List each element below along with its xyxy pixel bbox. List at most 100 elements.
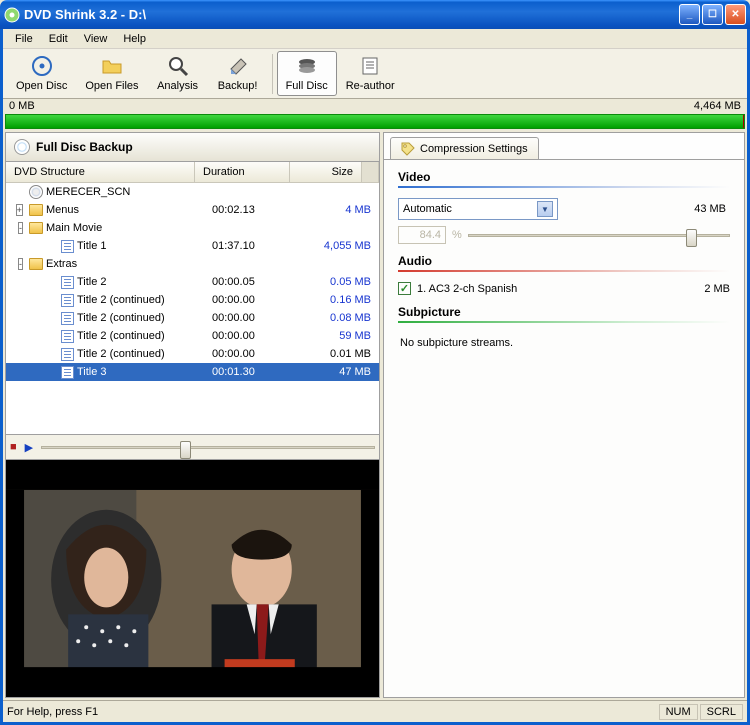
tab-strip: Compression Settings (384, 133, 744, 160)
expander-icon[interactable]: - (18, 258, 23, 270)
tree-row[interactable]: Title 101:37.104,055 MB (6, 237, 379, 255)
audio-row[interactable]: ✓1. AC3 2-ch Spanish2 MB (398, 282, 730, 295)
row-duration: 00:00.00 (212, 312, 307, 324)
disc-icon (31, 55, 53, 77)
row-size: 0.08 MB (307, 312, 379, 324)
status-help: For Help, press F1 (7, 706, 98, 718)
row-name: MERECER_SCN (46, 186, 130, 198)
row-duration: 00:01.30 (212, 366, 307, 378)
title-icon (61, 348, 74, 361)
section-video-title: Video (398, 170, 730, 184)
tab-compression[interactable]: Compression Settings (390, 137, 539, 160)
toolbar-open-files[interactable]: Open Files (76, 51, 147, 96)
menu-bar: FileEditViewHelp (3, 29, 747, 49)
tree-row[interactable]: + Menus 00:02.134 MB (6, 201, 379, 219)
toolbar-re-author[interactable]: Re-author (337, 51, 404, 96)
toolbar: Open Disc Open FilesAnalysis Backup! Full D… (3, 49, 747, 99)
maximize-button[interactable]: ☐ (702, 4, 723, 25)
row-duration: 00:00.00 (212, 330, 307, 342)
left-pane-title: Full Disc Backup (36, 140, 133, 154)
row-name: Menus (46, 204, 79, 216)
play-button[interactable]: ▶ (25, 441, 33, 454)
paper-icon (359, 55, 381, 77)
tree-row[interactable]: Title 2 (continued) 00:00.000.01 MB (6, 345, 379, 363)
col-duration[interactable]: Duration (195, 162, 290, 182)
folder-icon (29, 258, 43, 270)
tree-row[interactable]: - Main Movie (6, 219, 379, 237)
minimize-button[interactable]: _ (679, 4, 700, 25)
toolbar-open-disc[interactable]: Open Disc (7, 51, 76, 96)
toolbar-label: Re-author (346, 80, 395, 92)
tree-row[interactable]: Title 2 (continued)00:00.000.16 MB (6, 291, 379, 309)
video-percent-unit: % (452, 229, 462, 241)
col-structure[interactable]: DVD Structure (6, 162, 195, 182)
stop-button[interactable]: ■ (10, 441, 17, 453)
video-percent-box: 84.4 (398, 226, 446, 244)
row-name: Title 2 (continued) (77, 348, 165, 360)
video-slider-knob[interactable] (686, 229, 697, 247)
toolbar-backup[interactable]: Backup! (208, 51, 268, 96)
expander-icon[interactable]: - (18, 222, 23, 234)
tab-body: Video Automatic ▼ 43 MB 84.4 % Audio ✓1.… (384, 159, 744, 697)
col-scroll-gutter (362, 162, 379, 182)
app-icon (4, 7, 20, 23)
menu-help[interactable]: Help (115, 31, 154, 47)
title-icon (61, 240, 74, 253)
tree-row[interactable]: - Extras (6, 255, 379, 273)
tree-row[interactable]: Title 300:01.3047 MB (6, 363, 379, 381)
col-size[interactable]: Size (290, 162, 362, 182)
tree-row[interactable]: MERECER_SCN (6, 183, 379, 201)
transport-track[interactable] (41, 438, 375, 456)
status-bar: For Help, press F1 NUM SCRL (3, 700, 747, 722)
transport-knob[interactable] (180, 441, 191, 459)
menu-edit[interactable]: Edit (41, 31, 76, 47)
status-num: NUM (659, 704, 698, 720)
close-button[interactable]: ✕ (725, 4, 746, 25)
row-name: Title 2 (continued) (77, 330, 165, 342)
size-left: 0 MB (9, 100, 35, 113)
toolbar-label: Backup! (218, 80, 258, 92)
size-right: 4,464 MB (694, 100, 741, 113)
rule-sub (398, 321, 730, 323)
tab-label: Compression Settings (420, 143, 528, 155)
row-size: 59 MB (307, 330, 379, 342)
row-size: 0.01 MB (307, 348, 379, 360)
toolbar-full-disc[interactable]: Full Disc (277, 51, 337, 96)
video-mode-combo[interactable]: Automatic ▼ (398, 198, 558, 220)
row-name: Title 1 (77, 240, 107, 252)
tree-columns: DVD Structure Duration Size (6, 162, 379, 183)
video-mode-value: Automatic (403, 203, 452, 215)
title-icon (61, 294, 74, 307)
video-preview (5, 460, 380, 698)
tree-row[interactable]: Title 2 (continued) 00:00.0059 MB (6, 327, 379, 345)
row-name: Main Movie (46, 222, 102, 234)
expander-icon[interactable]: + (16, 204, 23, 216)
section-sub-title: Subpicture (398, 305, 730, 319)
row-size: 4 MB (307, 204, 379, 216)
row-duration: 00:00.00 (212, 294, 307, 306)
toolbar-analysis[interactable]: Analysis (148, 51, 208, 96)
chevron-down-icon: ▼ (537, 201, 553, 217)
title-icon (61, 276, 74, 289)
size-progress (5, 114, 745, 129)
menu-file[interactable]: File (7, 31, 41, 47)
title-bar: DVD Shrink 3.2 - D:\ _ ☐ ✕ (0, 0, 750, 29)
tree-row[interactable]: Title 200:00.050.05 MB (6, 273, 379, 291)
dvd-icon (29, 185, 43, 199)
size-bar: 0 MB 4,464 MB (3, 99, 747, 113)
menu-view[interactable]: View (76, 31, 116, 47)
video-ratio-slider[interactable] (468, 226, 730, 244)
transport-bar: ■ ▶ (5, 435, 380, 460)
toolbar-label: Open Disc (16, 80, 67, 92)
toolbar-label: Full Disc (286, 80, 328, 92)
rule-audio (398, 270, 730, 272)
row-name: Extras (46, 258, 77, 270)
tree-rows[interactable]: MERECER_SCN + Menus 00:02.134 MB - Main Mov… (6, 183, 379, 434)
row-duration: 00:02.13 (212, 204, 307, 216)
row-duration: 00:00.00 (212, 348, 307, 360)
tree-row[interactable]: Title 2 (continued)00:00.000.08 MB (6, 309, 379, 327)
title-icon (61, 330, 74, 343)
checkbox-icon[interactable]: ✓ (398, 282, 411, 295)
row-size: 0.05 MB (307, 276, 379, 288)
row-name: Title 3 (77, 366, 107, 378)
